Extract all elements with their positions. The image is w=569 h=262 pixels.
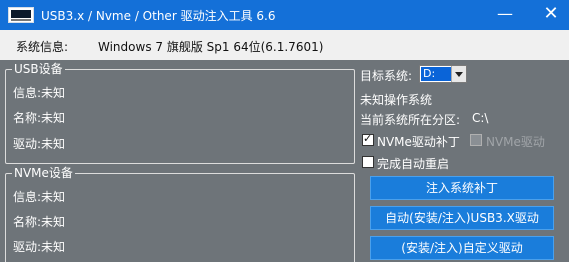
- close-button[interactable]: ✕: [534, 0, 568, 30]
- target-drive-select[interactable]: D:: [419, 65, 467, 83]
- usb-info-row: 信息:未知: [13, 86, 66, 100]
- target-drive-value: D:: [421, 67, 451, 81]
- inject-patch-button[interactable]: 注入系统补丁: [370, 176, 554, 200]
- auto-restart-label: 完成自动重启: [377, 157, 450, 171]
- minimize-button[interactable]: —: [488, 0, 522, 30]
- nvme-patch-label: NVMe驱动补丁: [377, 135, 460, 149]
- nvme-group-legend: NVMe设备: [12, 166, 75, 180]
- title-bar: USB3.x / Nvme / Other 驱动注入工具 6.6 — ✕: [0, 0, 569, 30]
- usb-group-legend: USB设备: [12, 62, 65, 76]
- chevron-down-icon[interactable]: [451, 66, 466, 82]
- nvme-driver-row: 驱动:未知: [13, 240, 66, 254]
- nvme-device-group: NVMe设备 信息:未知 名称:未知 驱动:未知: [5, 166, 355, 262]
- nvme-name-row: 名称:未知: [13, 215, 66, 229]
- custom-driver-button[interactable]: (安装/注入)自定义驱动: [370, 236, 554, 260]
- os-status: 未知操作系统: [360, 93, 433, 107]
- system-info-value: Windows 7 旗舰版 Sp1 64位(6.1.7601): [98, 40, 324, 54]
- nvme-driver-label: NVMe驱动: [486, 135, 545, 149]
- system-info-bar: 系统信息: Windows 7 旗舰版 Sp1 64位(6.1.7601): [0, 30, 569, 60]
- partition-label: 当前系统所在分区:: [360, 113, 461, 127]
- nvme-driver-checkbox: [470, 134, 482, 146]
- auto-usb-driver-button[interactable]: 自动(安装/注入)USB3.X驱动: [370, 206, 554, 230]
- usb-driver-row: 驱动:未知: [13, 137, 66, 151]
- target-system-label: 目标系统:: [360, 69, 413, 83]
- window-title: USB3.x / Nvme / Other 驱动注入工具 6.6: [41, 9, 276, 23]
- usb-device-group: USB设备 信息:未知 名称:未知 驱动:未知: [5, 62, 355, 164]
- auto-restart-checkbox[interactable]: [362, 156, 374, 168]
- app-icon: [8, 7, 34, 23]
- partition-value: C:\: [472, 111, 489, 125]
- nvme-info-row: 信息:未知: [13, 190, 66, 204]
- nvme-patch-checkbox[interactable]: [362, 132, 374, 146]
- usb-name-row: 名称:未知: [13, 111, 66, 125]
- system-info-label: 系统信息:: [16, 40, 69, 54]
